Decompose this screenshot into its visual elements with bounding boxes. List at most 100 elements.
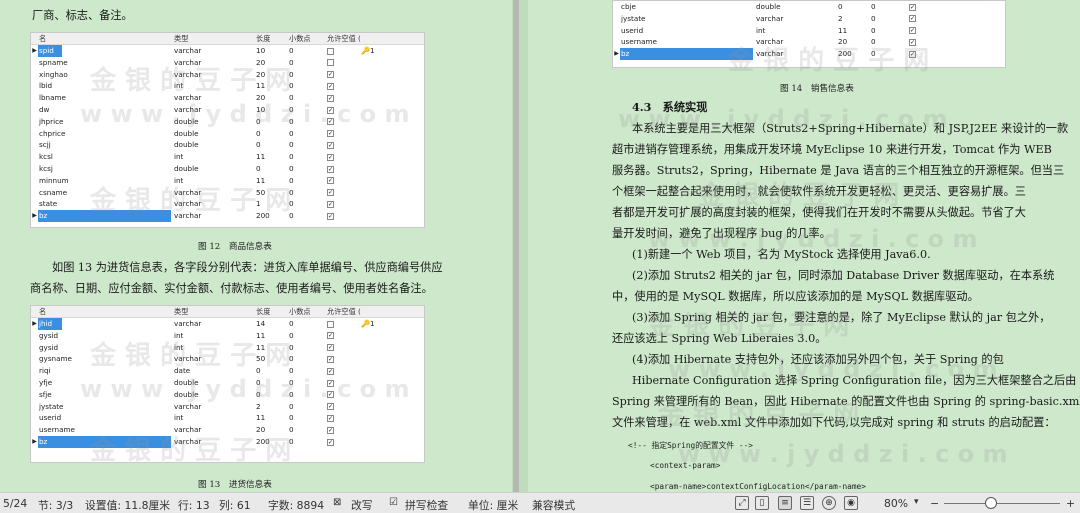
allow-null-checkbox[interactable]: ✓ [327,355,334,363]
field-length: 11 [256,342,266,352]
allow-null-checkbox[interactable]: ✓ [327,379,334,387]
table-row[interactable]: cbje double 0 0 ✓ [613,1,1005,13]
allow-null-checkbox[interactable]: ✓ [909,15,916,23]
table-row[interactable]: jhprice double 0 0 ✓ [31,116,424,128]
zoom-in-icon[interactable]: + [1066,497,1075,510]
chevron-down-icon[interactable]: ▾ [914,497,919,507]
column-header: 长度 [256,34,271,43]
table-row[interactable]: sfje double 0 0 ✓ [31,389,424,401]
figure-12-caption: 图 12 商品信息表 [198,242,272,252]
field-type: double [174,164,199,173]
reading-mode-icon[interactable]: ◉ [844,496,858,510]
word-count[interactable]: 字数: 8894 [268,497,324,513]
table-row[interactable]: gysname varchar 50 0 ✓ [31,353,424,365]
allow-null-checkbox[interactable]: ✓ [327,391,334,399]
table-row[interactable]: spname varchar 20 0 [31,57,424,69]
field-length: 11 [256,330,266,340]
page-divider [513,0,519,492]
field-length: 0 [256,366,261,376]
allow-null-checkbox[interactable]: ✓ [327,200,334,208]
table-row[interactable]: kcsj double 0 0 ✓ [31,163,424,175]
table-row[interactable]: lbname varchar 20 0 ✓ [31,92,424,104]
allow-null-checkbox[interactable]: ✓ [327,332,334,340]
allow-null-checkbox[interactable] [327,59,334,67]
allow-null-checkbox[interactable]: ✓ [327,118,334,126]
section-indicator[interactable]: 节: 3/3 [38,497,73,513]
spellcheck-button[interactable]: 拼写检查 [405,497,448,513]
fullscreen-icon[interactable]: ⤢ [735,496,749,510]
page-view-icon[interactable]: ▯ [755,496,769,510]
table-row[interactable]: ▶ bz varchar 200 0 ✓ [613,48,1005,60]
zoom-out-icon[interactable]: − [930,497,939,510]
allow-null-checkbox[interactable]: ✓ [327,344,334,352]
allow-null-checkbox[interactable]: ✓ [327,438,334,446]
allow-null-checkbox[interactable]: ✓ [327,177,334,185]
table-row[interactable]: ▶ bz varchar 200 0 ✓ [31,210,424,222]
allow-null-checkbox[interactable]: ✓ [327,71,334,79]
table-row[interactable]: gysid int 11 0 ✓ [31,342,424,354]
table-row[interactable]: scjj double 0 0 ✓ [31,139,424,151]
column-indicator: 列: 61 [219,499,251,512]
overtype-toggle[interactable]: 改写 [351,497,373,513]
table-row[interactable]: jystate varchar 2 0 ✓ [613,13,1005,25]
table-row[interactable]: riqi date 0 0 ✓ [31,365,424,377]
table-row[interactable]: chprice double 0 0 ✓ [31,128,424,140]
setting-indicator[interactable]: 设置值: 11.8厘米 [85,497,170,513]
allow-null-checkbox[interactable] [327,320,334,328]
allow-null-checkbox[interactable]: ✓ [327,426,334,434]
product-table-screenshot: 名类型 长度 小数点 允许空值 (▶ spid varchar 10 0 🔑1 spname var… [30,32,425,228]
code-line: <context-param> [650,461,721,470]
field-name: riqi [39,366,51,376]
allow-null-checkbox[interactable]: ✓ [327,130,334,138]
table-row[interactable]: yfje double 0 0 ✓ [31,377,424,389]
table-row[interactable]: username varchar 20 0 ✓ [31,424,424,436]
allow-null-checkbox[interactable]: ✓ [327,367,334,375]
table-row[interactable]: ▶ spid varchar 10 0 🔑1 [31,45,424,57]
allow-null-checkbox[interactable]: ✓ [327,106,334,114]
table-row[interactable]: minnum int 11 0 ✓ [31,175,424,187]
table-row[interactable]: csname varchar 50 0 ✓ [31,187,424,199]
selected-cell [38,210,171,222]
unit-indicator[interactable]: 单位: 厘米 [468,497,518,513]
allow-null-checkbox[interactable]: ✓ [327,82,334,90]
allow-null-checkbox[interactable]: ✓ [327,165,334,173]
allow-null-checkbox[interactable]: ✓ [327,94,334,102]
allow-null-checkbox[interactable]: ✓ [909,50,916,58]
field-length: 200 [838,49,852,59]
page-indicator[interactable]: 5/24 [3,497,27,510]
table-row[interactable]: gysid int 11 0 ✓ [31,330,424,342]
table-row[interactable]: dw varchar 10 0 ✓ [31,104,424,116]
allow-null-checkbox[interactable]: ✓ [327,212,334,220]
allow-null-checkbox[interactable] [327,47,334,55]
table-row[interactable]: lbid int 11 0 ✓ [31,80,424,92]
allow-null-checkbox[interactable]: ✓ [327,403,334,411]
zoom-level[interactable]: 80% [884,497,908,510]
overtype-icon[interactable]: ⊠ [333,497,341,508]
table-row[interactable]: ▶ jhid varchar 14 0 🔑1 [31,318,424,330]
table-row[interactable]: kcsl int 11 0 ✓ [31,151,424,163]
table-row[interactable]: ▶ bz varchar 200 0 ✓ [31,436,424,448]
allow-null-checkbox[interactable]: ✓ [909,38,916,46]
spellcheck-icon[interactable]: ☑ [389,497,398,508]
allow-null-checkbox[interactable]: ✓ [909,3,916,11]
field-type: varchar [756,13,784,23]
table-row[interactable]: userid int 11 0 ✓ [31,412,424,424]
zoom-slider-handle[interactable] [985,497,997,509]
print-layout-icon[interactable]: ≡ [778,496,792,510]
table-row[interactable]: userid int 11 0 ✓ [613,25,1005,37]
column-header: 类型 [174,307,189,316]
table-row[interactable]: state varchar 1 0 ✓ [31,198,424,210]
field-length: 0 [256,128,261,138]
allow-null-checkbox[interactable]: ✓ [327,414,334,422]
zoom-slider-track[interactable] [944,503,1060,504]
table-row[interactable]: jystate varchar 2 0 ✓ [31,401,424,413]
allow-null-checkbox[interactable]: ✓ [327,141,334,149]
allow-null-checkbox[interactable]: ✓ [327,189,334,197]
outline-view-icon[interactable]: ☰ [800,496,814,510]
web-view-icon[interactable]: ⊕ [822,496,836,510]
allow-null-checkbox[interactable]: ✓ [909,27,916,35]
table-row[interactable]: username varchar 20 0 ✓ [613,36,1005,48]
allow-null-checkbox[interactable]: ✓ [327,153,334,161]
field-type: varchar [174,199,202,209]
table-row[interactable]: xinghao varchar 20 0 ✓ [31,69,424,81]
